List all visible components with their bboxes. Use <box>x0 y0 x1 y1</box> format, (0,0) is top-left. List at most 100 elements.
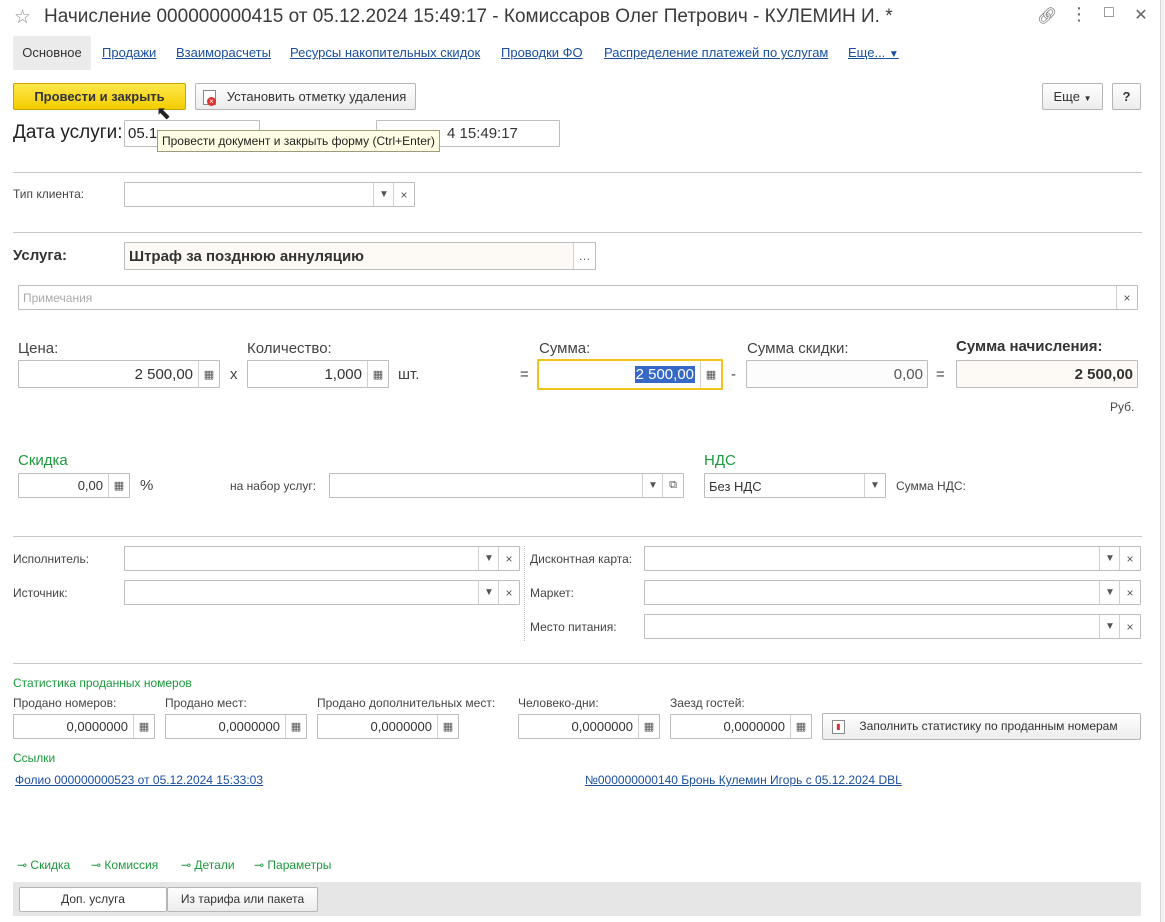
set-delete-mark-button[interactable]: × Установить отметку удаления <box>195 83 416 110</box>
calculator-icon[interactable]: ▦ <box>790 715 811 738</box>
link-icon[interactable]: 🔗︎ <box>1037 6 1057 26</box>
beds-sold-value: 0,0000000 <box>218 719 280 734</box>
vat-sum-label: Сумма НДС: <box>896 479 966 493</box>
tab-discount-resources[interactable]: Ресурсы накопительных скидок <box>290 45 480 60</box>
folio-link[interactable]: Фолио 000000000523 от 05.12.2024 15:33:0… <box>15 773 263 787</box>
more-vertical-icon[interactable]: ⋮ <box>1069 4 1089 25</box>
close-icon[interactable]: ✕ <box>1131 5 1151 25</box>
expand-icon: ⊸ <box>181 858 192 872</box>
rooms-sold-field[interactable]: 0,0000000 ▦ <box>13 714 155 739</box>
vat-select[interactable]: Без НДС ▼ <box>704 473 886 498</box>
source-field[interactable]: ▼ × <box>124 580 520 605</box>
calculator-icon[interactable]: ▦ <box>437 715 458 738</box>
chevron-down-icon: ▼ <box>888 49 899 60</box>
collapsible-parameters[interactable]: ⊸ Параметры <box>254 858 331 872</box>
select-ellipsis-icon[interactable]: … <box>573 243 595 269</box>
sum-label: Сумма: <box>539 340 591 357</box>
discount-percent-field[interactable]: 0,00 ▦ <box>18 473 130 498</box>
tab-additional-service[interactable]: Доп. услуга <box>19 887 167 912</box>
clear-icon[interactable]: × <box>498 581 519 604</box>
calculator-icon[interactable]: ▦ <box>133 715 154 738</box>
calculator-icon[interactable]: ▦ <box>367 361 388 387</box>
tab-main[interactable]: Основное <box>13 36 91 70</box>
guest-arrivals-field[interactable]: 0,0000000 ▦ <box>670 714 812 739</box>
expand-icon: ⊸ <box>254 858 265 872</box>
favorite-star-icon[interactable]: ☆ <box>14 6 31 29</box>
more-label: Еще <box>1053 89 1080 104</box>
collapsible-commission-label: Комиссия <box>104 858 159 872</box>
help-button[interactable]: ? <box>1112 83 1141 110</box>
window-title: Начисление 000000000415 от 05.12.2024 15… <box>44 6 893 27</box>
dropdown-arrow-icon[interactable]: ▼ <box>864 474 885 497</box>
notes-field[interactable]: Примечания × <box>18 285 1138 310</box>
client-type-field[interactable]: ▼ × <box>124 182 415 207</box>
person-days-value: 0,0000000 <box>571 719 633 734</box>
dropdown-arrow-icon[interactable]: ▼ <box>1099 547 1120 570</box>
maximize-icon[interactable]: □ <box>1099 4 1119 22</box>
dropdown-arrow-icon[interactable]: ▼ <box>1099 581 1120 604</box>
tab-more[interactable]: Еще... ▼ <box>848 45 899 60</box>
column-divider <box>524 546 525 641</box>
executor-field[interactable]: ▼ × <box>124 546 520 571</box>
discount-card-label: Дисконтная карта: <box>530 552 633 566</box>
calculator-icon[interactable]: ▦ <box>285 715 306 738</box>
price-field[interactable]: 2 500,00 ▦ <box>18 360 220 388</box>
fill-stats-button[interactable]: ▮ Заполнить статистику по проданным номе… <box>822 713 1141 740</box>
more-button[interactable]: Еще ▼ <box>1042 83 1103 110</box>
guest-arrivals-label: Заезд гостей: <box>670 696 745 710</box>
beds-sold-field[interactable]: 0,0000000 ▦ <box>165 714 307 739</box>
quantity-field[interactable]: 1,000 ▦ <box>247 360 389 388</box>
guest-arrivals-value: 0,0000000 <box>723 719 785 734</box>
tab-settlements[interactable]: Взаиморасчеты <box>176 45 271 60</box>
equals-operator: = <box>936 366 945 383</box>
window-right-edge <box>1160 0 1165 922</box>
tab-from-tariff[interactable]: Из тарифа или пакета <box>167 887 318 912</box>
extra-beds-sold-field[interactable]: 0,0000000 ▦ <box>317 714 459 739</box>
tab-more-label: Еще... <box>848 45 886 60</box>
tab-payment-distribution[interactable]: Распределение платежей по услугам <box>604 45 828 60</box>
calculator-icon[interactable]: ▦ <box>108 474 129 497</box>
clear-icon[interactable]: × <box>1119 581 1140 604</box>
clear-icon[interactable]: × <box>498 547 519 570</box>
collapsible-commission[interactable]: ⊸ Комиссия <box>91 858 158 872</box>
person-days-field[interactable]: 0,0000000 ▦ <box>518 714 660 739</box>
clear-icon[interactable]: × <box>1119 547 1140 570</box>
calculator-icon[interactable]: ▦ <box>700 361 721 388</box>
clear-icon[interactable]: × <box>393 183 414 206</box>
chevron-down-icon: ▼ <box>1083 94 1092 103</box>
dropdown-arrow-icon[interactable]: ▼ <box>642 474 663 497</box>
meal-place-field[interactable]: ▼ × <box>644 614 1141 639</box>
report-icon: ▮ <box>832 720 845 734</box>
price-label: Цена: <box>18 340 59 357</box>
dropdown-arrow-icon[interactable]: ▼ <box>478 581 499 604</box>
clear-icon[interactable]: × <box>1116 286 1137 309</box>
dropdown-arrow-icon[interactable]: ▼ <box>1099 615 1120 638</box>
collapsible-details[interactable]: ⊸ Детали <box>181 858 235 872</box>
service-set-field[interactable]: ▼ ⧉ <box>329 473 684 498</box>
dropdown-arrow-icon[interactable]: ▼ <box>373 183 394 206</box>
tab-postings[interactable]: Проводки ФО <box>501 45 583 60</box>
tab-sales[interactable]: Продажи <box>102 45 156 60</box>
links-group-title: Ссылки <box>13 751 56 765</box>
discount-card-field[interactable]: ▼ × <box>644 546 1141 571</box>
vat-group-title: НДС <box>704 452 736 469</box>
collapsible-details-label: Детали <box>194 858 235 872</box>
divider <box>13 536 1142 537</box>
service-field[interactable]: Штраф за позднюю аннуляцию … <box>124 242 596 270</box>
beds-sold-label: Продано мест: <box>165 696 247 710</box>
price-value: 2 500,00 <box>134 365 193 383</box>
booking-link[interactable]: №000000000140 Бронь Кулемин Игорь с 05.1… <box>585 773 902 787</box>
clear-icon[interactable]: × <box>1119 615 1140 638</box>
open-icon[interactable]: ⧉ <box>662 474 683 497</box>
market-field[interactable]: ▼ × <box>644 580 1141 605</box>
dropdown-arrow-icon[interactable]: ▼ <box>478 547 499 570</box>
calculator-icon[interactable]: ▦ <box>198 361 219 387</box>
collapsible-discount[interactable]: ⊸ Скидка <box>17 858 70 872</box>
service-set-label: на набор услуг: <box>230 479 317 493</box>
rooms-sold-label: Продано номеров: <box>13 696 117 710</box>
sum-field[interactable]: 2 500,00 ▦ <box>537 359 723 390</box>
discount-percent-value: 0,00 <box>77 478 103 493</box>
calculator-icon[interactable]: ▦ <box>638 715 659 738</box>
discount-group-title: Скидка <box>18 452 68 469</box>
stats-group-title: Статистика проданных номеров <box>13 676 192 690</box>
